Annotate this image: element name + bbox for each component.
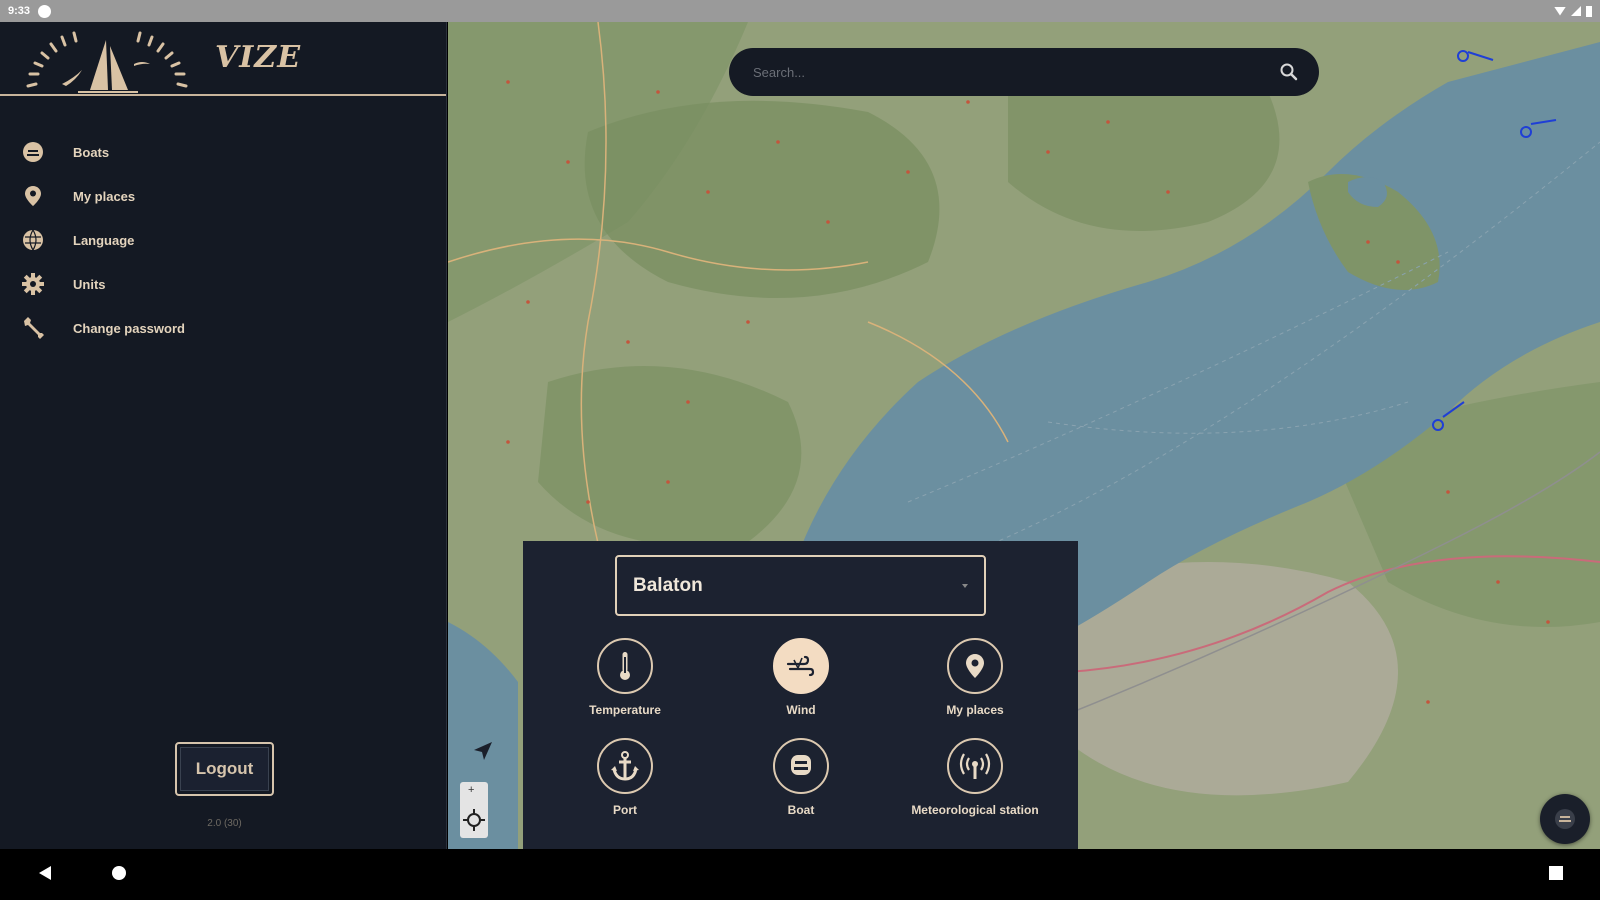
menu-item-boats[interactable]: Boats bbox=[0, 130, 446, 174]
navigation-arrow-icon[interactable] bbox=[472, 740, 494, 762]
location-pin-icon bbox=[22, 185, 44, 207]
notification-icon bbox=[38, 4, 52, 18]
layer-label: Port bbox=[613, 803, 637, 817]
system-navigation-bar bbox=[0, 849, 1600, 900]
layer-label: Wind bbox=[786, 703, 816, 717]
layer-my-places-circle bbox=[947, 638, 1003, 694]
home-icon[interactable] bbox=[111, 865, 127, 881]
drawer-menu: Boats My places Language Units Change pa… bbox=[0, 130, 446, 350]
layer-label: My places bbox=[946, 703, 1004, 717]
layer-selection-panel: Balaton Temperature Wind My places Port … bbox=[523, 541, 1078, 849]
search-icon[interactable] bbox=[1279, 62, 1299, 82]
wrench-icon bbox=[22, 317, 44, 339]
app-name: VIZE bbox=[215, 40, 302, 75]
layer-port-circle bbox=[597, 738, 653, 794]
recents-icon[interactable] bbox=[1548, 865, 1564, 881]
my-location-icon[interactable] bbox=[460, 806, 488, 834]
location-pin-icon bbox=[966, 654, 984, 678]
layer-temperature-circle bbox=[597, 638, 653, 694]
layer-boat-circle bbox=[773, 738, 829, 794]
brand-header: VIZE bbox=[0, 22, 446, 96]
layer-meteorological-station-circle bbox=[947, 738, 1003, 794]
search-input[interactable] bbox=[753, 64, 1279, 80]
lake-select[interactable]: Balaton bbox=[615, 555, 986, 616]
anchor-icon bbox=[611, 751, 639, 781]
navigation-drawer: VIZE Boats My places Language Units Chan… bbox=[0, 22, 447, 849]
boat-icon bbox=[1555, 809, 1575, 829]
menu-item-language[interactable]: Language bbox=[0, 218, 446, 262]
boat-icon bbox=[791, 755, 811, 775]
zoom-in-icon[interactable]: + bbox=[468, 784, 474, 796]
app-version: 2.0 (30) bbox=[207, 818, 242, 829]
wifi-icon bbox=[1554, 6, 1566, 16]
layer-wind[interactable]: Wind bbox=[716, 638, 886, 717]
status-icons bbox=[1554, 5, 1592, 17]
menu-item-label: Language bbox=[73, 232, 135, 248]
layer-temperature[interactable]: Temperature bbox=[540, 638, 710, 717]
chevron-down-icon bbox=[962, 583, 968, 588]
zoom-controls[interactable]: + bbox=[460, 782, 488, 838]
menu-item-label: Units bbox=[73, 276, 106, 292]
menu-item-label: My places bbox=[73, 188, 136, 204]
wind-icon bbox=[786, 655, 815, 677]
boat-icon bbox=[22, 141, 44, 163]
signal-icon bbox=[1571, 6, 1581, 16]
boat-fab-button[interactable] bbox=[1540, 794, 1590, 844]
lake-select-value: Balaton bbox=[633, 574, 703, 596]
layer-label: Temperature bbox=[589, 703, 661, 717]
layer-wind-circle bbox=[773, 638, 829, 694]
menu-item-label: Change password bbox=[73, 320, 185, 336]
search-bar bbox=[729, 48, 1319, 96]
globe-icon bbox=[22, 229, 44, 251]
antenna-icon bbox=[959, 753, 991, 779]
layer-meteorological-station[interactable]: Meteorological station bbox=[890, 738, 1060, 817]
menu-item-my-places[interactable]: My places bbox=[0, 174, 446, 218]
thermometer-icon bbox=[620, 652, 630, 680]
gear-icon bbox=[22, 273, 44, 295]
status-time: 9:33 bbox=[8, 5, 31, 17]
logout-button[interactable]: Logout bbox=[175, 742, 274, 796]
layer-label: Meteorological station bbox=[911, 803, 1039, 817]
menu-item-label: Boats bbox=[73, 144, 110, 160]
layer-my-places[interactable]: My places bbox=[890, 638, 1060, 717]
layer-label: Boat bbox=[787, 803, 815, 817]
logo-icon bbox=[26, 31, 188, 93]
layer-port[interactable]: Port bbox=[540, 738, 710, 817]
back-icon[interactable] bbox=[38, 865, 52, 881]
layer-boat[interactable]: Boat bbox=[716, 738, 886, 817]
menu-item-change-password[interactable]: Change password bbox=[0, 306, 446, 350]
battery-icon bbox=[1586, 5, 1592, 17]
status-bar: 9:33 bbox=[0, 0, 1600, 22]
menu-item-units[interactable]: Units bbox=[0, 262, 446, 306]
